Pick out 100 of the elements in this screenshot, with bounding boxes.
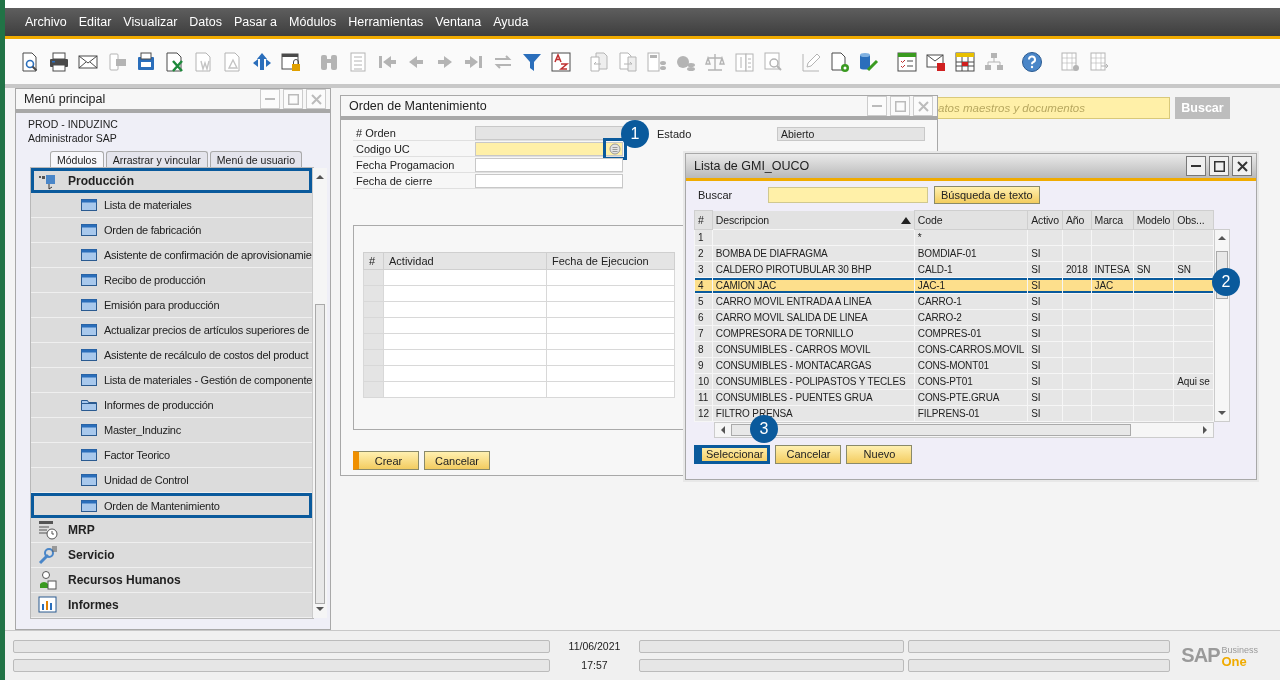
minimize-icon (1191, 165, 1201, 167)
column-header[interactable]: Obs... (1173, 210, 1214, 229)
tab[interactable]: Módulos (50, 151, 104, 167)
menu-item[interactable]: Pasar a (233, 15, 278, 29)
table-row[interactable]: 6 CARRO MOVIL SALIDA DE LINEA CARRO-2 SI (694, 309, 1214, 325)
menu-item[interactable]: Ventana (435, 15, 482, 29)
menu-item[interactable]: Datos (189, 15, 222, 29)
menu-item[interactable]: Unidad de Control (31, 468, 313, 493)
form-icon (81, 273, 97, 287)
table-cell: SN (1136, 263, 1151, 275)
logo-text: One (1221, 656, 1248, 667)
window-lock-icon[interactable] (280, 50, 302, 73)
menu-item[interactable]: Informes de producción (31, 393, 313, 418)
document-gear-icon[interactable] (829, 50, 851, 73)
field-label: # Orden (355, 127, 397, 139)
table-cell: CARRO-1 (917, 295, 962, 307)
menu-item[interactable]: Orden de Mantenimiento (31, 493, 313, 518)
module-item[interactable]: Informes (31, 593, 313, 618)
close-icon (1236, 160, 1248, 172)
table-row[interactable]: 4 CAMION JAC JAC-1 SI JAC (694, 277, 1214, 293)
column-header[interactable]: # (363, 252, 384, 270)
fax-icon[interactable] (135, 50, 157, 73)
column-header[interactable]: Modelo (1133, 210, 1174, 229)
column-header[interactable]: # (694, 210, 713, 229)
minimize-button[interactable] (1186, 156, 1206, 176)
maximize-button[interactable] (1209, 156, 1229, 176)
input-field[interactable] (475, 158, 623, 172)
calendar-icon[interactable] (954, 50, 976, 73)
menu-item[interactable]: Módulos (289, 15, 337, 29)
table-row[interactable]: 5 CARRO MOVIL ENTRADA A LINEA CARRO-1 SI (694, 293, 1214, 309)
close-button[interactable] (1232, 156, 1252, 176)
printer-icon[interactable] (48, 50, 70, 73)
table-row[interactable]: 3 CALDERO PIROTUBULAR 30 BHP CALD-1 SI 2018 INTESA SN SN (694, 261, 1214, 277)
table-cell: 2018 (1065, 263, 1088, 275)
column-header[interactable]: Marca (1091, 210, 1134, 229)
menu-item[interactable]: Archivo (25, 15, 67, 29)
table-cell: SI (1031, 247, 1041, 259)
menu-item[interactable]: Master_Induzinc (31, 418, 313, 443)
menu-item[interactable]: Recibo de producción (31, 268, 313, 293)
action-button[interactable]: Cancelar (775, 444, 842, 464)
menu-item[interactable]: Factor Teorico (31, 443, 313, 468)
table-cell: SI (1031, 391, 1041, 403)
table-row[interactable]: 1 * (694, 229, 1214, 245)
row-number: 7 (698, 327, 704, 339)
field-label: Estado (657, 127, 693, 140)
menu-item[interactable]: Lista de materiales (31, 193, 313, 218)
table-cell: CONSUMIBLES - PUENTES GRUA (715, 391, 873, 403)
menu-item[interactable]: Asistente de confirmación de aprovisionamie (31, 243, 313, 268)
input-field[interactable] (475, 142, 623, 156)
status-field: Abierto (777, 126, 925, 141)
action-button[interactable]: Seleccionar (694, 444, 771, 464)
spreadsheet-icon[interactable] (164, 50, 186, 73)
text-search-button[interactable]: Búsqueda de texto (934, 186, 1040, 204)
scrollbar[interactable] (312, 168, 328, 618)
module-item[interactable]: MRP (31, 518, 313, 543)
sort-icon[interactable] (550, 50, 572, 73)
field-label: Codigo UC (355, 143, 411, 155)
menu-item[interactable]: Ayuda (493, 15, 529, 29)
input-field[interactable] (475, 174, 623, 188)
table-row[interactable]: 2 BOMBA DE DIAFRAGMA BOMDIAF-01 SI (694, 245, 1214, 261)
table-row[interactable]: 10 CONSUMIBLES - POLIPASTOS Y TECLES CONS-PT01 SI Aqui se (694, 373, 1214, 389)
table-row[interactable]: 9 CONSUMIBLES - MONTACARGAS CONS-MONT01 SI (694, 357, 1214, 373)
search-field[interactable] (768, 187, 928, 203)
column-header[interactable]: Fecha de Ejecucion (546, 252, 675, 270)
menu-item[interactable]: Asistente de recálculo de costos del product (31, 343, 313, 368)
menu-item[interactable]: Herramientas (348, 15, 424, 29)
table-row[interactable]: 11 CONSUMIBLES - PUENTES GRUA CONS-PTE.GRUA SI (694, 389, 1214, 405)
column-header[interactable]: Code (914, 210, 1028, 229)
module-icon (37, 569, 59, 591)
menu-item[interactable]: Lista de materiales - Gestión de componente (31, 368, 313, 393)
menu-item[interactable]: Actualizar precios de artículos superiores de (31, 318, 313, 343)
menu-item[interactable]: Visualizar (123, 15, 178, 29)
table-cell: CAMION JAC (715, 279, 776, 291)
table-cell: SI (1031, 327, 1041, 339)
menu-item[interactable]: Orden de fabricación (31, 218, 313, 243)
module-item[interactable]: Recursos Humanos (31, 568, 313, 593)
minimize-icon (872, 105, 882, 107)
action-button[interactable]: Cancelar (424, 451, 490, 470)
form-icon (81, 373, 97, 387)
table-row[interactable]: 8 CONSUMIBLES - CARROS MOVIL CONS-CARROS.MOVIL SI (694, 341, 1214, 357)
module-item[interactable]: Servicio (31, 543, 313, 568)
field-label: Fecha de cierre (355, 175, 434, 187)
column-header[interactable]: Año (1062, 210, 1092, 229)
column-header[interactable]: Actividad (383, 252, 547, 270)
checklist-icon[interactable] (896, 50, 918, 73)
tab[interactable]: Arrastrar y vincular (105, 151, 208, 167)
table-cell: CALD-1 (917, 263, 953, 275)
row-number: 2 (698, 247, 704, 259)
column-header[interactable]: Descripcion (712, 210, 914, 229)
help-icon[interactable] (1021, 50, 1043, 73)
maximize-icon (1213, 160, 1225, 172)
table-cell: JAC-1 (917, 279, 945, 291)
menu-item[interactable]: Editar (78, 15, 112, 29)
module-item[interactable]: Producción (31, 168, 313, 193)
table-row[interactable]: 7 COMPRESORA DE TORNILLO COMPRES-01 SI (694, 325, 1214, 341)
tab[interactable]: Menú de usuario (209, 151, 303, 167)
action-button[interactable]: Crear (353, 451, 419, 470)
column-header[interactable]: Activo (1027, 210, 1063, 229)
menu-item[interactable]: Emisión para producción (31, 293, 313, 318)
action-button[interactable]: Nuevo (846, 444, 913, 464)
